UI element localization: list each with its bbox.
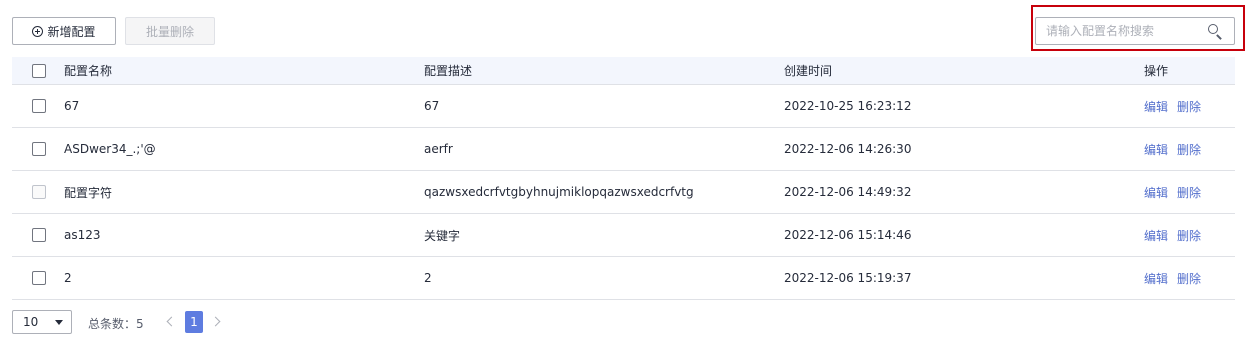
- row-name: 67: [64, 84, 424, 128]
- delete-link[interactable]: 删除: [1177, 100, 1201, 114]
- row-description: 67: [424, 84, 784, 128]
- row-created-time: 2022-10-25 16:23:12: [784, 84, 1144, 128]
- select-all-checkbox[interactable]: [32, 63, 46, 78]
- config-table: 配置名称 配置描述 创建时间 操作 67 67 2022-10-25 16:23…: [12, 57, 1235, 300]
- row-name: as123: [64, 213, 424, 257]
- total-count: 总条数：5: [88, 317, 144, 331]
- row-created-time: 2022-12-06 14:49:32: [784, 170, 1144, 214]
- edit-link[interactable]: 编辑: [1144, 272, 1168, 286]
- page-size-select[interactable]: 10: [12, 310, 72, 334]
- search-box: [1035, 17, 1235, 45]
- page-number-current[interactable]: 1: [185, 311, 203, 333]
- header-description: 配置描述: [424, 57, 784, 85]
- search-icon[interactable]: [1204, 20, 1226, 42]
- prev-page-icon[interactable]: [162, 313, 180, 331]
- row-checkbox[interactable]: [32, 228, 46, 243]
- row-description: 关键字: [424, 213, 784, 257]
- search-input[interactable]: [1046, 19, 1204, 43]
- next-page-icon[interactable]: [209, 313, 227, 331]
- edit-link[interactable]: 编辑: [1144, 229, 1168, 243]
- add-config-label: 新增配置: [47, 24, 96, 39]
- row-name: 2: [64, 256, 424, 300]
- table-row: 配置字符 qazwsxedcrfvtgbyhnujmiklopqazwsxedc…: [12, 170, 1235, 214]
- row-description: qazwsxedcrfvtgbyhnujmiklopqazwsxedcrfvtg: [424, 170, 784, 214]
- edit-link[interactable]: 编辑: [1144, 100, 1168, 114]
- delete-link[interactable]: 删除: [1177, 186, 1201, 200]
- edit-link[interactable]: 编辑: [1144, 143, 1168, 157]
- header-actions: 操作: [1144, 57, 1235, 85]
- table-row: as123 关键字 2022-12-06 15:14:46 编辑 删除: [12, 213, 1235, 257]
- delete-link[interactable]: 删除: [1177, 229, 1201, 243]
- row-checkbox[interactable]: [32, 99, 46, 114]
- plus-circle-icon: [32, 25, 44, 37]
- header-select-all-cell: [12, 57, 64, 85]
- row-created-time: 2022-12-06 15:14:46: [784, 213, 1144, 257]
- row-created-time: 2022-12-06 14:26:30: [784, 127, 1144, 171]
- batch-delete-button[interactable]: 批量删除: [125, 17, 215, 45]
- row-checkbox[interactable]: [32, 142, 46, 157]
- add-config-button[interactable]: 新增配置: [12, 17, 116, 45]
- row-name: 配置字符: [64, 170, 424, 214]
- row-checkbox[interactable]: [32, 185, 46, 200]
- row-created-time: 2022-12-06 15:19:37: [784, 256, 1144, 300]
- table-row: 2 2 2022-12-06 15:19:37 编辑 删除: [12, 256, 1235, 300]
- table-row: ASDwer34_.;'@ aerfr 2022-12-06 14:26:30 …: [12, 127, 1235, 171]
- table-header-row: 配置名称 配置描述 创建时间 操作: [12, 57, 1235, 85]
- row-description: 2: [424, 256, 784, 300]
- header-created-time: 创建时间: [784, 57, 1144, 85]
- row-name: ASDwer34_.;'@: [64, 127, 424, 171]
- row-checkbox[interactable]: [32, 271, 46, 286]
- delete-link[interactable]: 删除: [1177, 143, 1201, 157]
- page-size-value: 10: [23, 315, 39, 329]
- row-description: aerfr: [424, 127, 784, 171]
- batch-delete-label: 批量删除: [145, 24, 194, 39]
- delete-link[interactable]: 删除: [1177, 272, 1201, 286]
- edit-link[interactable]: 编辑: [1144, 186, 1168, 200]
- header-name: 配置名称: [64, 57, 424, 85]
- table-row: 67 67 2022-10-25 16:23:12 编辑 删除: [12, 84, 1235, 128]
- chevron-down-icon: [55, 320, 63, 325]
